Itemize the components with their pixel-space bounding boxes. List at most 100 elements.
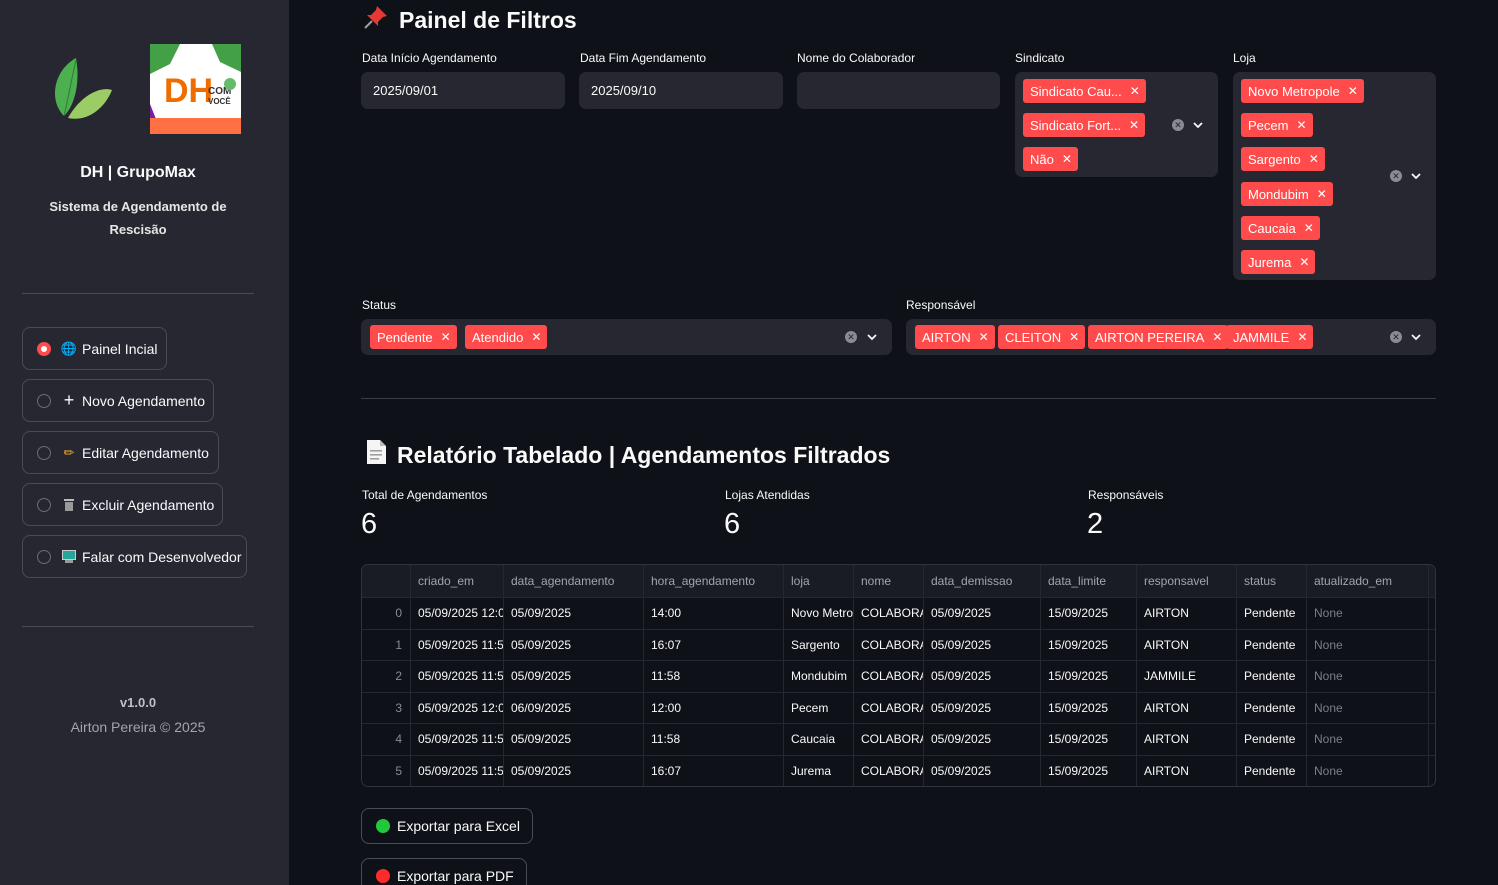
chevron-down-icon[interactable] (1411, 171, 1421, 181)
status-tag[interactable]: Atendido ✕ (465, 325, 548, 349)
union-multiselect[interactable]: Sindicato Cau... ✕ Sindicato Fort... ✕ Não… (1015, 72, 1218, 177)
remove-tag-icon[interactable]: ✕ (1069, 330, 1079, 344)
remove-tag-icon[interactable]: ✕ (1062, 152, 1072, 166)
nav-item-editar-agendamento[interactable]: ✏ Editar Agendamento (22, 431, 219, 474)
store-tag[interactable]: Caucaia ✕ (1241, 216, 1320, 240)
remove-tag-icon[interactable]: ✕ (1212, 330, 1222, 344)
row-index: 3 (362, 692, 411, 723)
store-tag[interactable]: Sargento ✕ (1241, 147, 1325, 171)
table-cell: 15/09/2025 (1041, 661, 1137, 692)
brand-title: DH | GrupoMax (80, 164, 196, 181)
remove-tag-icon[interactable]: ✕ (441, 330, 451, 344)
store-tag[interactable]: Mondubim ✕ (1241, 182, 1333, 206)
nav-item-excluir-agendamento[interactable]: Excluir Agendamento (22, 483, 223, 526)
export-pdf-button[interactable]: Exportar para PDF (361, 858, 527, 885)
responsible-tag[interactable]: AIRTON ✕ (915, 325, 995, 349)
tag-label: Novo Metropole (1248, 83, 1340, 99)
leaf-logo-icon (54, 58, 112, 119)
radio-icon (37, 497, 51, 512)
clear-all-icon[interactable]: ✕ (1390, 170, 1402, 182)
end-date-input[interactable]: 2025/09/10 (579, 72, 783, 109)
remove-tag-icon[interactable]: ✕ (979, 330, 989, 344)
column-header[interactable]: nome (854, 565, 924, 597)
remove-tag-icon[interactable]: ✕ (1317, 187, 1327, 201)
remove-tag-icon[interactable]: ✕ (1299, 255, 1309, 269)
column-header[interactable]: hora_agendamento (644, 565, 784, 597)
column-header[interactable]: data_demissao (924, 565, 1041, 597)
table-cell: AIRTON (1137, 692, 1237, 723)
union-tag[interactable]: Não ✕ (1023, 147, 1078, 171)
column-header[interactable] (362, 565, 411, 597)
clear-all-icon[interactable]: ✕ (1390, 331, 1402, 343)
chevron-down-icon[interactable] (1411, 332, 1421, 342)
start-date-input[interactable]: 2025/09/01 (361, 72, 565, 109)
remove-tag-icon[interactable]: ✕ (1348, 84, 1358, 98)
chevron-down-icon[interactable] (867, 332, 877, 342)
clear-all-icon[interactable]: ✕ (845, 331, 857, 343)
table-row[interactable]: 0 05/09/2025 12:0(05/09/2025 14:00 Novo Met… (362, 598, 1435, 630)
store-tag[interactable]: Novo Metropole ✕ (1241, 79, 1364, 103)
remove-tag-icon[interactable]: ✕ (1296, 118, 1306, 132)
table-cell: None (1307, 724, 1429, 755)
clear-all-icon[interactable]: ✕ (1172, 119, 1184, 131)
table-row[interactable]: 2 05/09/2025 11:5(05/09/2025 11:58 Mondubim… (362, 661, 1435, 693)
remove-tag-icon[interactable]: ✕ (1297, 330, 1307, 344)
column-header[interactable]: data_agendamento (504, 565, 644, 597)
responsible-multiselect[interactable]: AIRTON ✕ CLEITON ✕ AIRTON PEREIRA ✕ JAMMILE… (906, 319, 1436, 355)
report-heading: Relatório Tabelado | Agendamentos Filtra… (363, 438, 890, 472)
computer-icon (61, 550, 77, 563)
table-cell: 05/09/2025 (504, 755, 644, 786)
column-header[interactable]: criado_em (411, 565, 504, 597)
column-header[interactable]: loja (784, 565, 854, 597)
status-label: Status (362, 298, 397, 312)
chevron-down-icon[interactable] (1193, 120, 1203, 130)
tag-label: Atendido (472, 329, 524, 345)
column-header[interactable]: atualizado_em (1307, 565, 1429, 597)
employee-name-input[interactable] (797, 72, 1000, 109)
table-cell: 15/09/2025 (1041, 629, 1137, 660)
start-date-label: Data Início Agendamento (362, 51, 497, 65)
table-cell: 05/09/2025 (924, 724, 1041, 755)
responsible-tag[interactable]: JAMMILE ✕ (1226, 325, 1314, 349)
nav-item-painel-inicial[interactable]: 🌐 Painel Incial (22, 327, 167, 370)
report-title: Relatório Tabelado | Agendamentos Filtra… (397, 441, 891, 468)
column-header[interactable]: data_limite (1041, 565, 1137, 597)
remove-tag-icon[interactable]: ✕ (1309, 152, 1319, 166)
nav-item-falar-desenvolvedor[interactable]: Falar com Desenvolvedor (22, 535, 247, 578)
table-row[interactable]: 1 05/09/2025 11:5(05/09/2025 16:07 Sargento… (362, 629, 1435, 661)
table-cell: Pendente (1237, 755, 1307, 786)
table-row[interactable]: 4 05/09/2025 11:5! 05/09/2025 11:58 Caucaia C… (362, 724, 1435, 756)
table-row[interactable]: 5 05/09/2025 11:5(05/09/2025 16:07 Jurema CO… (362, 755, 1435, 786)
store-tag[interactable]: Pecem ✕ (1241, 113, 1313, 137)
union-tag[interactable]: Sindicato Cau... ✕ (1023, 79, 1146, 103)
svg-text:DH: DH (164, 72, 213, 110)
remove-tag-icon[interactable]: ✕ (1130, 84, 1140, 98)
column-header[interactable]: responsavel (1137, 565, 1237, 597)
nav-item-novo-agendamento[interactable]: + Novo Agendamento (22, 379, 214, 422)
export-excel-button[interactable]: Exportar para Excel (361, 808, 533, 844)
responsible-tag[interactable]: CLEITON ✕ (998, 325, 1086, 349)
table-cell: 05/09/2025 (924, 661, 1041, 692)
table-row[interactable]: 3 05/09/2025 12:0: 06/09/2025 12:00 Pecem COL… (362, 692, 1435, 724)
responsible-tag[interactable]: AIRTON PEREIRA ✕ (1088, 325, 1229, 349)
table-cell: 06/09/2025 (504, 692, 644, 723)
table-cell: 15/09/2025 (1041, 755, 1137, 786)
tag-label: Não (1030, 151, 1054, 167)
column-header[interactable]: status (1237, 565, 1307, 597)
remove-tag-icon[interactable]: ✕ (531, 330, 541, 344)
plus-icon: + (63, 390, 75, 410)
data-table[interactable]: criado_em data_agendamento hora_agendament… (361, 564, 1436, 787)
store-multiselect[interactable]: Novo Metropole ✕ Pecem ✕ Sargento ✕ Mondubi… (1233, 72, 1436, 280)
store-tag[interactable]: Jurema ✕ (1241, 250, 1316, 274)
table-cell: 16:07 (644, 755, 784, 786)
table-cell: None (1307, 755, 1429, 786)
section-divider (361, 398, 1436, 399)
remove-tag-icon[interactable]: ✕ (1304, 221, 1314, 235)
status-multiselect[interactable]: Pendente ✕ Atendido ✕ ✕ (361, 319, 892, 355)
remove-tag-icon[interactable]: ✕ (1129, 118, 1139, 132)
metric-responsible-value: 2 (1087, 508, 1104, 540)
status-tag[interactable]: Pendente ✕ (370, 325, 457, 349)
table-cell: 05/09/2025 12:0: (411, 692, 504, 723)
nav-label: Editar Agendamento (82, 444, 209, 461)
union-tag[interactable]: Sindicato Fort... ✕ (1023, 113, 1146, 137)
